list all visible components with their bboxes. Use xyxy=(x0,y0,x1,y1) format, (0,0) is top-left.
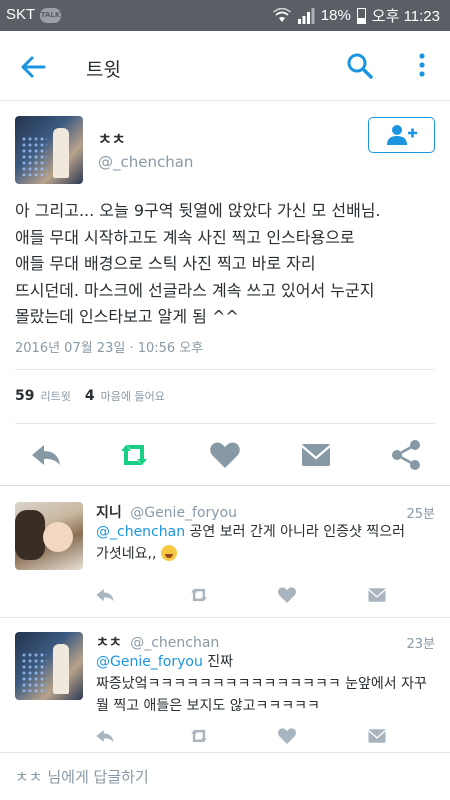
signal-icon xyxy=(297,7,315,24)
avatar-pattern xyxy=(21,136,47,176)
avatar-pattern xyxy=(21,652,47,692)
reply-line: 뭘 찍고 애들은 보지도 않고ㅋㅋㅋㅋㅋ xyxy=(96,698,320,714)
page-title: 트윗 xyxy=(86,59,121,81)
tweet-line: 뜨시던데. 마스크에 선글라스 계속 쓰고 있어서 누군지 xyxy=(15,280,375,300)
avatar-figure xyxy=(53,644,69,694)
reply-actions xyxy=(92,584,392,606)
dm-icon[interactable] xyxy=(298,437,334,473)
talk-notification-icon: TALK xyxy=(40,8,61,23)
tweet-line: 몰랐는데 인스타보고 알게 됨 ^^ xyxy=(15,307,239,326)
tweet-line: 애들 무대 배경으로 스틱 사진 찍고 바로 자리 xyxy=(15,254,316,273)
reply-line: 가셧네요,, xyxy=(96,543,436,565)
mention-link[interactable]: @Genie_foryou xyxy=(96,654,203,670)
reply-author-handle[interactable]: @Genie_foryou xyxy=(130,505,237,521)
reply-author-handle[interactable]: @_chenchan xyxy=(130,635,219,651)
avatar-figure xyxy=(53,128,69,178)
reply-time: 23분 xyxy=(406,637,435,652)
follow-button[interactable] xyxy=(368,117,435,153)
dm-icon[interactable] xyxy=(366,584,388,606)
more-vertical-icon[interactable] xyxy=(413,52,431,80)
like-count[interactable]: 4 xyxy=(85,388,95,404)
clock: 오후 11:23 xyxy=(371,8,440,25)
reply-text: @Genie_foryou 진짜 짜증났엌ㅋㅋㅋㅋㅋㅋㅋㅋㅋㅋㅋㅋㅋㅋㅋ 눈앞에… xyxy=(96,651,436,717)
author-handle[interactable]: @_chenchan xyxy=(98,153,193,171)
reply-time: 25분 xyxy=(406,507,435,522)
heart-icon[interactable] xyxy=(276,725,298,747)
follow-user-icon xyxy=(387,125,417,145)
heart-icon[interactable] xyxy=(207,437,243,473)
reply-line-text: 공연 보러 간게 아니라 인증샷 찍으러 xyxy=(185,524,405,540)
like-label[interactable]: 마음에 들어요 xyxy=(101,388,165,404)
tweet-text: 아 그리고... 오늘 9구역 뒷열에 앉았다 가신 모 선배님. 애들 무대 … xyxy=(15,198,440,331)
status-right: 18% 오후 11:23 xyxy=(272,5,440,26)
battery-percent: 18% xyxy=(320,7,351,24)
retweet-label[interactable]: 리트윗 xyxy=(40,388,70,404)
reply-icon[interactable] xyxy=(94,584,116,606)
reply-input-placeholder[interactable]: ㅊㅊ 님에게 답글하기 xyxy=(15,766,149,787)
retweet-count[interactable]: 59 xyxy=(15,388,34,404)
search-icon[interactable] xyxy=(346,52,374,80)
dm-icon[interactable] xyxy=(366,725,388,747)
divider xyxy=(0,617,450,618)
avatar[interactable] xyxy=(15,632,83,700)
reply-actions xyxy=(92,725,392,747)
heart-icon[interactable] xyxy=(276,584,298,606)
retweet-icon[interactable] xyxy=(116,437,152,473)
avatar[interactable] xyxy=(15,502,83,570)
reply-header: 지니 @Genie_foryou xyxy=(96,502,237,522)
laughing-face-emoji-icon xyxy=(160,545,177,561)
battery-icon xyxy=(356,7,366,24)
avatar[interactable] xyxy=(15,116,83,184)
reply-composer[interactable]: ㅊㅊ 님에게 답글하기 xyxy=(0,752,450,800)
status-bar: SKT TALK 18% 오후 11:23 xyxy=(0,0,450,31)
tweet-stats: 59 리트윗 4 마음에 들어요 xyxy=(15,388,179,404)
reply-text: @_chenchan 공연 보러 간게 아니라 인증샷 찍으러 가셧네요,, xyxy=(96,521,436,565)
tweet-actions xyxy=(0,437,450,477)
reply-icon[interactable] xyxy=(94,725,116,747)
tweet-timestamp: 2016년 07월 23일 · 10:56 오후 xyxy=(15,341,204,356)
reply-line: @Genie_foryou 진짜 xyxy=(96,651,436,673)
wifi-icon xyxy=(272,7,291,22)
reply-line: @_chenchan 공연 보러 간게 아니라 인증샷 찍으러 xyxy=(96,521,436,543)
reply-author-name[interactable]: ㅊㅊ xyxy=(96,635,122,651)
reply-line-text: 가셧네요,, xyxy=(96,546,157,562)
reply-icon[interactable] xyxy=(28,437,64,473)
app-bar: 트윗 xyxy=(0,31,450,101)
share-icon[interactable] xyxy=(388,437,424,473)
arrow-left-icon[interactable] xyxy=(18,52,48,82)
mention-link[interactable]: @_chenchan xyxy=(96,524,185,540)
divider xyxy=(15,423,435,424)
retweet-icon[interactable] xyxy=(188,584,210,606)
tweet-line: 아 그리고... 오늘 9구역 뒷열에 앉았다 가신 모 선배님. xyxy=(15,201,381,220)
divider xyxy=(15,369,435,370)
reply-author-name[interactable]: 지니 xyxy=(96,505,122,521)
carrier-label: SKT xyxy=(6,6,36,23)
retweet-icon[interactable] xyxy=(188,725,210,747)
author-name[interactable]: ㅊㅊ xyxy=(98,128,126,149)
avatar-figure xyxy=(15,510,45,560)
reply-line-text: 진짜 xyxy=(202,654,234,670)
avatar-figure xyxy=(43,522,73,552)
tweet-line: 애들 무대 시작하고도 계속 사진 찍고 인스타용으로 xyxy=(15,227,355,247)
reply-header: ㅊㅊ @_chenchan xyxy=(96,632,219,652)
divider xyxy=(0,485,450,486)
reply-line: 짜증났엌ㅋㅋㅋㅋㅋㅋㅋㅋㅋㅋㅋㅋㅋㅋㅋ 눈앞에서 자꾸 xyxy=(96,676,427,692)
